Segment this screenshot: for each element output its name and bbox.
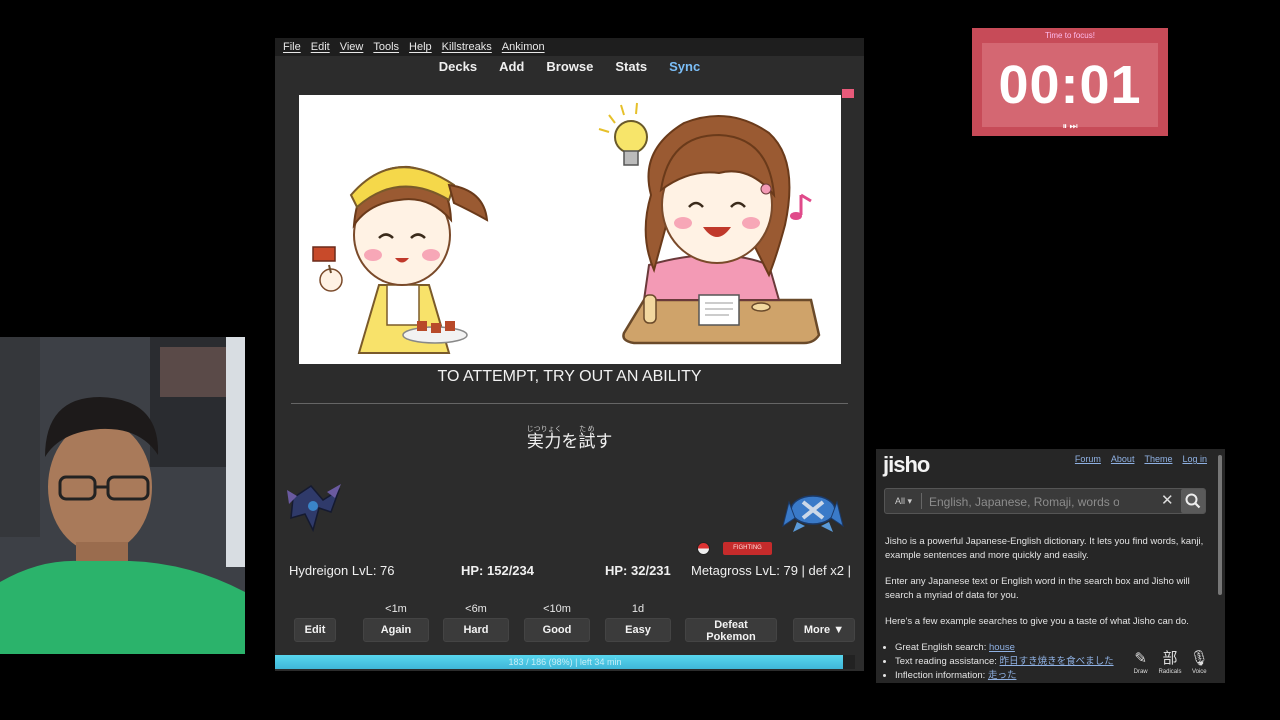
microphone-icon: 🎙 [1189,650,1209,667]
example-label: Text reading assistance: [895,656,1000,667]
voice-label: Voice [1191,669,1207,675]
again-button[interactable]: Again [363,618,429,642]
menu-killstreaks[interactable]: Killstreaks [442,38,492,56]
menu-ankimon[interactable]: Ankimon [502,38,545,56]
enemy-hp: HP: 32/231 [605,563,671,578]
again-interval: <1m [385,603,407,615]
card-illustration [299,95,841,364]
answer-reading-1: じつりょく [526,426,562,433]
toolbar-decks[interactable]: Decks [439,56,477,80]
clear-icon[interactable]: ✕ [1161,489,1174,513]
radical-icon: 部 [1162,650,1178,667]
battle-status: Hydreigon LvL: 76 HP: 152/234 HP: 32/231… [275,560,864,582]
answer-kana-1: を [561,432,579,451]
jisho-intro-p3: Here's a few example searches to give yo… [885,616,1189,627]
defeat-due [685,602,777,616]
jisho-logo[interactable]: jisho [883,452,930,478]
hard-button[interactable]: Hard [443,618,509,642]
jisho-scrollbar[interactable] [1218,455,1222,595]
player-pokemon-level: Hydreigon LvL: 76 [289,563,395,578]
focus-timer: Time to focus! 00:01 ⏸ ⏭ [972,28,1168,136]
jisho-logo-text: jisho [883,452,930,477]
card-divider [291,403,848,404]
progress-text: 183 / 186 (98%) | left 34 min [508,657,622,667]
search-button[interactable] [1181,489,1205,513]
card-flag-icon [842,89,854,98]
lightbulb-icon [598,102,648,166]
toolbar-stats[interactable]: Stats [615,56,647,80]
music-note-icon [790,193,812,220]
more-due [791,602,857,616]
edit-due [283,602,347,616]
answer-kana-2: す [595,432,613,451]
timer-pause-skip-icon[interactable]: ⏸ ⏭ [972,121,1168,132]
easy-button[interactable]: Easy [605,618,671,642]
toolbar-browse[interactable]: Browse [546,56,593,80]
hydreigon-sprite [287,484,341,533]
card-answer-text: 実力じつりょくを試ためす [275,426,864,452]
enemy-pokemon-level: Metagross LvL: 79 | def x2 | [691,563,851,578]
example-label: Inflection information: [895,670,988,681]
menu-bar: File Edit View Tools Help Killstreaks An… [275,38,864,56]
answer-kanji-2: 試 [578,432,596,451]
toolbar-sync[interactable]: Sync [669,56,700,80]
defeat-pokemon-button[interactable]: Defeat Pokemon [685,618,777,643]
jisho-link-forum[interactable]: Forum [1075,454,1101,464]
main-toolbar: Decks Add Browse Stats Sync [275,56,864,80]
card-question-text: TO ATTEMPT, TRY OUT AN ABILITY [437,368,702,385]
example-link-inflection[interactable]: 走った [988,670,1017,681]
good-button[interactable]: Good [524,618,590,642]
menu-view[interactable]: View [340,38,364,56]
jisho-panel: jisho Forum About Theme Log in All ▾ ✕ J… [876,449,1225,683]
jisho-link-theme[interactable]: Theme [1144,454,1172,464]
review-progress-bar: 183 / 186 (98%) | left 34 min [275,655,855,669]
studying-girl-illustration [622,114,821,345]
anki-window: File Edit View Tools Help Killstreaks An… [275,38,864,671]
jisho-search-input[interactable] [927,492,1121,512]
toolbar-add[interactable]: Add [499,56,524,80]
answer-kanji-1: 実力 [526,432,562,451]
timer-label: Time to focus! [1045,31,1095,40]
jisho-search-bar: All ▾ ✕ [884,488,1206,514]
answer-reading-2: ため [578,426,596,433]
search-divider [921,493,922,509]
timer-time: 00:01 [998,55,1142,115]
draw-label: Draw [1133,669,1148,675]
cooking-girl-illustration [312,165,489,354]
menu-help[interactable]: Help [409,38,432,56]
good-interval: <10m [543,603,571,615]
search-filter-dropdown[interactable]: All ▾ [895,489,912,513]
edit-button[interactable]: Edit [293,618,337,642]
menu-file[interactable]: File [283,38,301,56]
menu-tools[interactable]: Tools [373,38,399,56]
metagross-sprite [782,495,844,532]
voice-tool[interactable]: 🎙 Voice [1185,649,1213,683]
example-link-reading[interactable]: 昨日すき焼きを食べました [1000,656,1114,667]
example-link-house[interactable]: house [989,642,1015,653]
more-button[interactable]: More ▼ [792,618,856,642]
radicals-tool[interactable]: 部 Radicals [1156,649,1184,683]
player-hp: HP: 152/234 [461,563,534,578]
draw-tool[interactable]: ✎ Draw [1127,649,1155,683]
jisho-link-about[interactable]: About [1111,454,1135,464]
pokeball-icon [697,542,710,555]
hard-interval: <6m [465,603,487,615]
menu-edit[interactable]: Edit [311,38,330,56]
easy-interval: 1d [631,603,645,615]
jisho-intro-p2: Enter any Japanese text or English word … [885,576,1190,601]
jisho-intro-p1: Jisho is a powerful Japanese-English dic… [885,536,1204,561]
jisho-input-tools: ✎ Draw 部 Radicals 🎙 Voice [1126,649,1214,683]
example-label: Great English search: [895,642,989,653]
pencil-icon: ✎ [1134,650,1147,667]
jisho-nav: Forum About Theme Log in [1075,454,1207,464]
radicals-label: Radicals [1158,669,1182,675]
webcam-feed [0,337,245,654]
answer-buttons: Edit <1m Again <6m Hard <10m Good 1d Eas… [275,602,864,644]
jisho-link-login[interactable]: Log in [1182,454,1207,464]
search-icon [1185,493,1201,509]
enemy-type-badge: FIGHTING [723,542,772,555]
